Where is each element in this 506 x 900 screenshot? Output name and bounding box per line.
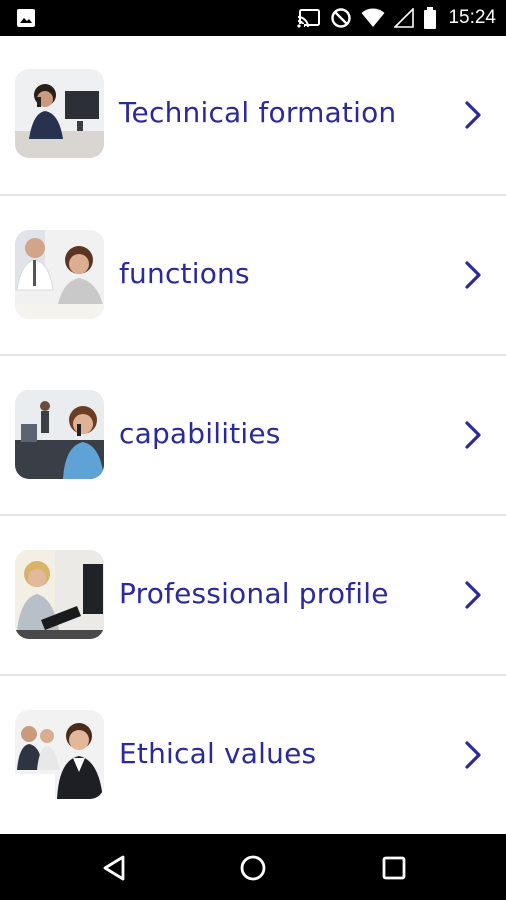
chevron-right-icon (465, 101, 481, 129)
menu-item-technical-formation[interactable]: Technical formation (0, 36, 506, 194)
recents-button[interactable] (377, 851, 411, 885)
thumbnail-professional-profile (15, 550, 104, 639)
chevron-right-icon (465, 421, 481, 449)
chevron-right-icon (465, 581, 481, 609)
thumbnail-functions (15, 230, 104, 319)
thumbnail-technical-formation (15, 69, 104, 158)
clock: 15:24 (448, 7, 496, 28)
chevron-right-icon (465, 741, 481, 769)
navigation-bar (0, 834, 506, 900)
menu-item-label: functions (119, 257, 250, 290)
battery-icon (423, 7, 437, 29)
status-bar: 15:24 (0, 0, 506, 36)
image-icon (16, 8, 36, 28)
back-button[interactable] (97, 851, 131, 885)
back-icon (103, 855, 125, 881)
menu-list: Technical formation functions capabiliti… (0, 36, 506, 834)
menu-item-label: Ethical values (119, 737, 317, 770)
thumbnail-capabilities (15, 390, 104, 479)
home-icon (240, 855, 266, 881)
do-not-disturb-icon (330, 7, 352, 29)
signal-icon (394, 8, 415, 28)
chevron-right-icon (465, 261, 481, 289)
menu-item-ethical-values[interactable]: Ethical values (0, 676, 506, 834)
menu-item-label: Professional profile (119, 577, 389, 610)
recents-icon (382, 856, 406, 880)
home-button[interactable] (236, 851, 270, 885)
menu-item-professional-profile[interactable]: Professional profile (0, 516, 506, 674)
thumbnail-ethical-values (15, 710, 104, 799)
menu-item-label: Technical formation (119, 96, 397, 129)
menu-item-capabilities[interactable]: capabilities (0, 356, 506, 514)
menu-item-label: capabilities (119, 417, 281, 450)
wifi-icon (361, 8, 385, 28)
menu-item-functions[interactable]: functions (0, 196, 506, 354)
cast-icon (297, 8, 321, 28)
